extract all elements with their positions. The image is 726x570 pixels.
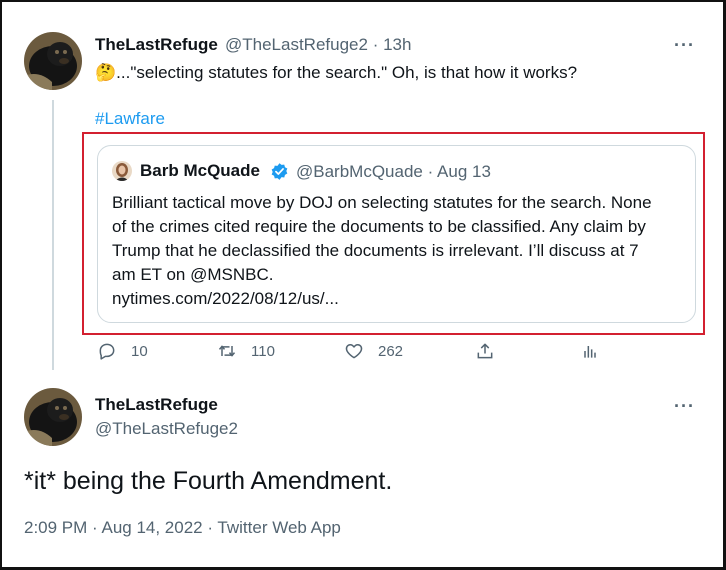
like-button[interactable]: 262 (344, 340, 403, 362)
verified-badge-icon (270, 162, 289, 181)
heart-icon (345, 344, 363, 359)
avatar[interactable] (24, 32, 82, 90)
handle-and-time[interactable]: @TheLastRefuge2 · 13h (225, 35, 411, 55)
handle[interactable]: @TheLastRefuge2 (225, 35, 368, 54)
quoted-text-line: Trump that he declassified the documents… (112, 241, 639, 260)
quoted-text-line: of the crimes cited require the document… (112, 217, 646, 236)
more-options-icon[interactable]: ··· (674, 35, 695, 56)
handle[interactable]: @TheLastRefuge2 (95, 419, 238, 439)
analytics-icon (584, 346, 596, 358)
share-button[interactable] (475, 340, 495, 362)
hashtag-link[interactable]: #Lawfare (95, 109, 165, 129)
quoted-link[interactable]: nytimes.com/2022/08/12/us/... (112, 287, 692, 311)
reply-button[interactable]: 10 (97, 340, 148, 362)
quoted-text-line: am ET on @MSNBC. (112, 265, 274, 284)
retweet-count: 110 (251, 342, 275, 360)
avatar[interactable] (24, 388, 82, 446)
retweet-button[interactable]: 110 (217, 340, 275, 362)
quoted-handle-time[interactable]: @BarbMcQuade · Aug 13 (296, 162, 491, 182)
timestamp[interactable]: · 13h (373, 35, 412, 54)
share-icon (477, 343, 493, 359)
quoted-tweet-card[interactable]: Barb McQuade @BarbMcQuade · Aug 13 Brill… (97, 145, 696, 323)
reply-icon (99, 343, 115, 360)
like-count: 262 (378, 342, 404, 360)
thread-line (52, 100, 54, 370)
more-options-icon[interactable]: ··· (674, 396, 695, 417)
display-name[interactable]: TheLastRefuge (95, 395, 218, 415)
quoted-avatar[interactable] (112, 161, 132, 181)
quoted-text-line: Brilliant tactical move by DOJ on select… (112, 193, 652, 212)
tweet-text: *it* being the Fourth Amendment. (24, 467, 393, 495)
quoted-tweet-text: Brilliant tactical move by DOJ on select… (112, 191, 692, 311)
display-name[interactable]: TheLastRefuge (95, 35, 218, 55)
tweet-text: 🤔..."selecting statutes for the search."… (95, 63, 578, 82)
reply-count: 10 (131, 342, 148, 360)
analytics-button[interactable] (580, 340, 600, 362)
tweet-metadata[interactable]: 2:09 PM · Aug 14, 2022 · Twitter Web App (24, 518, 341, 538)
retweet-icon (218, 345, 236, 357)
quoted-display-name[interactable]: Barb McQuade (140, 161, 260, 181)
